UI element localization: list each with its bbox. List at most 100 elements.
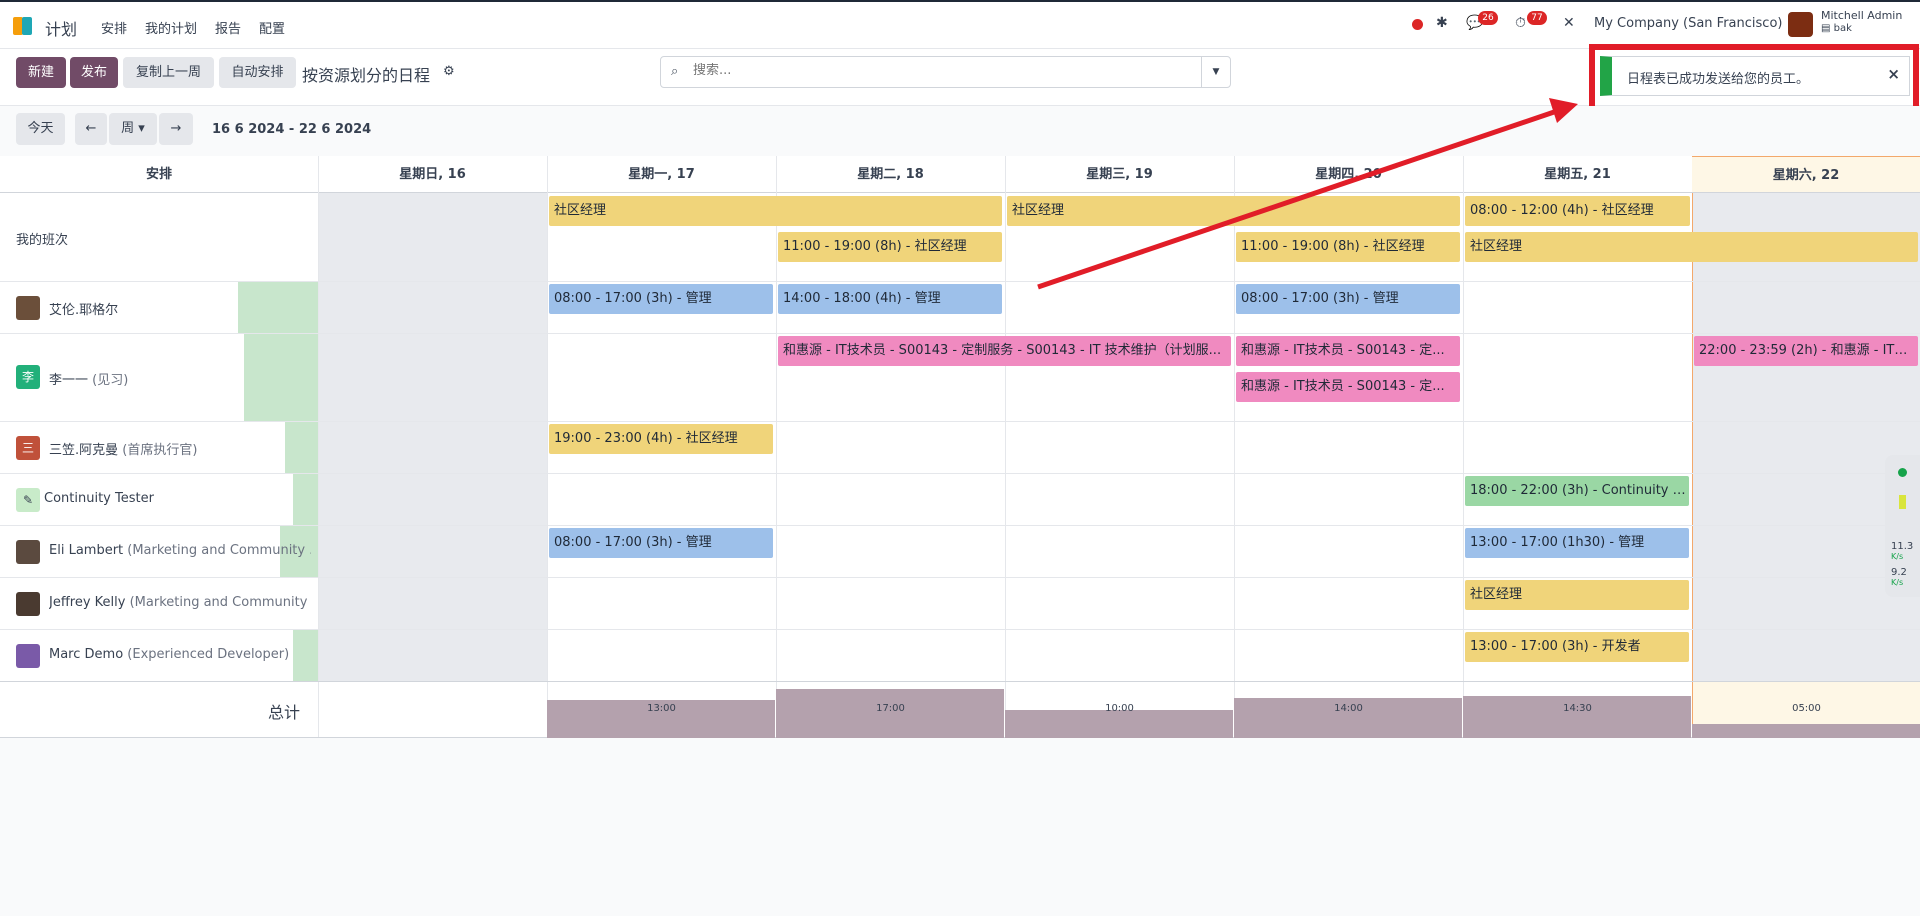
column-divider xyxy=(547,156,548,738)
today-button[interactable]: 今天 xyxy=(16,113,65,145)
employee-avatar xyxy=(16,296,40,320)
previous-arrow-icon[interactable]: ← xyxy=(75,113,107,145)
annotation-highlight-box xyxy=(1589,44,1919,114)
row-label-employee[interactable]: 三 三笠.阿克曼 (首席执行官) xyxy=(0,422,318,473)
day-header-tuesday: 星期二, 18 xyxy=(776,156,1005,193)
shift-pill[interactable]: 08:00 - 17:00 (3h) - 管理 xyxy=(1236,284,1460,314)
row-label-employee[interactable]: ✎ Continuity Tester xyxy=(0,474,318,525)
activities-clock-icon[interactable]: ⏱ xyxy=(1515,15,1526,31)
shift-pill[interactable]: 社区经理 xyxy=(549,196,1002,226)
company-switcher[interactable]: My Company (San Francisco) xyxy=(1594,16,1782,31)
employee-avatar xyxy=(16,644,40,668)
workload-indicator xyxy=(285,422,318,473)
workload-indicator xyxy=(244,334,318,421)
employee-job: (Experienced Developer) xyxy=(123,647,290,662)
column-divider xyxy=(1463,156,1464,738)
search-input[interactable] xyxy=(693,63,1143,78)
employee-avatar: 李 xyxy=(16,365,40,389)
workload-indicator xyxy=(238,282,318,333)
sunday-closed-column xyxy=(318,193,547,681)
battery-icon xyxy=(1899,495,1906,509)
row-name: Continuity Tester xyxy=(44,491,154,506)
shift-pill[interactable]: 19:00 - 23:00 (4h) - 社区经理 xyxy=(549,424,773,454)
employee-job: (见习) xyxy=(88,373,129,388)
workload-indicator xyxy=(293,630,318,681)
day-header-monday: 星期一, 17 xyxy=(547,156,776,193)
shift-pill[interactable]: 08:00 - 17:00 (3h) - 管理 xyxy=(549,284,773,314)
row-name: Eli Lambert (Marketing and Community ... xyxy=(49,543,311,558)
auto-plan-button[interactable]: 自动安排 xyxy=(219,57,296,88)
shift-pill[interactable]: 和惠源 - IT技术员 - S00143 - 定... xyxy=(1236,336,1460,366)
shift-pill[interactable]: 22:00 - 23:59 (2h) - 和惠源 - IT技... xyxy=(1694,336,1918,366)
upload-speed: 11.3 xyxy=(1891,541,1914,552)
scale-label: 周 xyxy=(121,121,135,136)
menu-item-reporting[interactable]: 报告 xyxy=(215,18,241,37)
employee-name: Marc Demo xyxy=(49,647,124,662)
settings-tools-icon[interactable]: ✕ xyxy=(1563,15,1575,31)
copy-previous-week-button[interactable]: 复制上一周 xyxy=(123,57,214,88)
row-name: Jeffrey Kelly (Marketing and Community .… xyxy=(49,595,311,610)
employee-job: (Marketing and Community ... xyxy=(125,595,311,610)
row-label-employee[interactable]: Marc Demo (Experienced Developer) xyxy=(0,630,318,681)
employee-name: 三笠.阿克曼 xyxy=(49,443,119,458)
menu-item-configuration[interactable]: 配置 xyxy=(259,18,285,37)
publish-button[interactable]: 发布 xyxy=(70,57,118,88)
menu-item-my-planning[interactable]: 我的计划 xyxy=(145,18,197,37)
new-button[interactable]: 新建 xyxy=(16,57,66,88)
total-value: 10:00 xyxy=(1105,703,1134,714)
shift-pill[interactable]: 13:00 - 17:00 (1h30) - 管理 xyxy=(1465,528,1689,558)
row-label-employee[interactable]: Jeffrey Kelly (Marketing and Community .… xyxy=(0,578,318,629)
row-name: Marc Demo (Experienced Developer) xyxy=(49,647,289,662)
search-icon: ⌕ xyxy=(671,64,679,79)
row-label-my-shifts[interactable]: 我的班次 xyxy=(0,194,318,281)
debug-bug-icon[interactable]: ✱ xyxy=(1436,15,1448,31)
database-name: ▤ bak xyxy=(1821,23,1852,34)
day-header-wednesday: 星期三, 19 xyxy=(1005,156,1234,193)
day-header-friday: 星期五, 21 xyxy=(1463,156,1692,193)
next-arrow-icon[interactable]: → xyxy=(159,113,193,145)
row-label-employee[interactable]: 李 李一一 (见习) xyxy=(0,334,318,421)
workload-indicator xyxy=(293,474,318,525)
shift-pill[interactable]: 社区经理 xyxy=(1465,580,1689,610)
gantt-grid: 安排 星期日, 16 星期一, 17 星期二, 18 星期三, 19 星期四, … xyxy=(0,156,1920,738)
shift-pill[interactable]: 社区经理 xyxy=(1465,232,1918,262)
employee-name: Eli Lambert xyxy=(49,543,124,558)
date-range: 16 6 2024 - 22 6 2024 xyxy=(212,122,372,137)
employee-avatar: 三 xyxy=(16,436,40,460)
search-bar: ⌕ ▼ xyxy=(660,56,1231,88)
shift-pill[interactable]: 13:00 - 17:00 (3h) - 开发者 xyxy=(1465,632,1689,662)
shift-pill[interactable]: 14:00 - 18:00 (4h) - 管理 xyxy=(778,284,1002,314)
shift-pill[interactable]: 18:00 - 22:00 (3h) - Continuity Te... xyxy=(1465,476,1689,506)
employee-name: 李一一 xyxy=(49,373,89,388)
user-avatar[interactable] xyxy=(1788,12,1813,37)
user-name[interactable]: Mitchell Admin xyxy=(1821,9,1902,22)
row-name: 李一一 (见习) xyxy=(49,369,128,388)
row-label-employee[interactable]: Eli Lambert (Marketing and Community ... xyxy=(0,526,318,577)
day-header-thursday: 星期四, 20 xyxy=(1234,156,1463,193)
row-name: 三笠.阿克曼 (首席执行官) xyxy=(49,439,197,458)
total-bar xyxy=(1692,724,1920,738)
shift-pill[interactable]: 和惠源 - IT技术员 - S00143 - 定制服务 - S00143 - I… xyxy=(778,336,1231,366)
shift-pill[interactable]: 08:00 - 12:00 (4h) - 社区经理 xyxy=(1465,196,1690,226)
saturday-closed-column xyxy=(1693,193,1920,681)
action-gear-icon[interactable]: ⚙ xyxy=(443,64,455,79)
network-monitor-widget[interactable]: 11.3 K/s 9.2 K/s xyxy=(1885,455,1920,597)
employee-avatar xyxy=(16,592,40,616)
shift-pill[interactable]: 社区经理 xyxy=(1007,196,1460,226)
day-header-saturday: 星期六, 22 xyxy=(1692,156,1920,193)
menu-item-schedule[interactable]: 安排 xyxy=(101,18,127,37)
shift-pill[interactable]: 11:00 - 19:00 (8h) - 社区经理 xyxy=(778,232,1002,262)
row-label-employee[interactable]: 艾伦.耶格尔 xyxy=(0,282,318,333)
shift-pill[interactable]: 和惠源 - IT技术员 - S00143 - 定... xyxy=(1236,372,1460,402)
total-value: 14:30 xyxy=(1563,703,1592,714)
planning-app-logo-icon[interactable] xyxy=(13,17,35,35)
search-options-chevron-icon[interactable]: ▼ xyxy=(1201,57,1230,87)
total-value: 17:00 xyxy=(876,703,905,714)
messages-badge: 26 xyxy=(1478,11,1498,25)
scale-dropdown[interactable]: 周 ▾ xyxy=(109,113,157,145)
shift-pill[interactable]: 11:00 - 19:00 (8h) - 社区经理 xyxy=(1236,232,1460,262)
app-name[interactable]: 计划 xyxy=(45,16,77,40)
recording-indicator-icon[interactable] xyxy=(1412,19,1423,30)
shift-pill[interactable]: 08:00 - 17:00 (3h) - 管理 xyxy=(549,528,773,558)
employee-job: (首席执行官) xyxy=(118,443,198,458)
